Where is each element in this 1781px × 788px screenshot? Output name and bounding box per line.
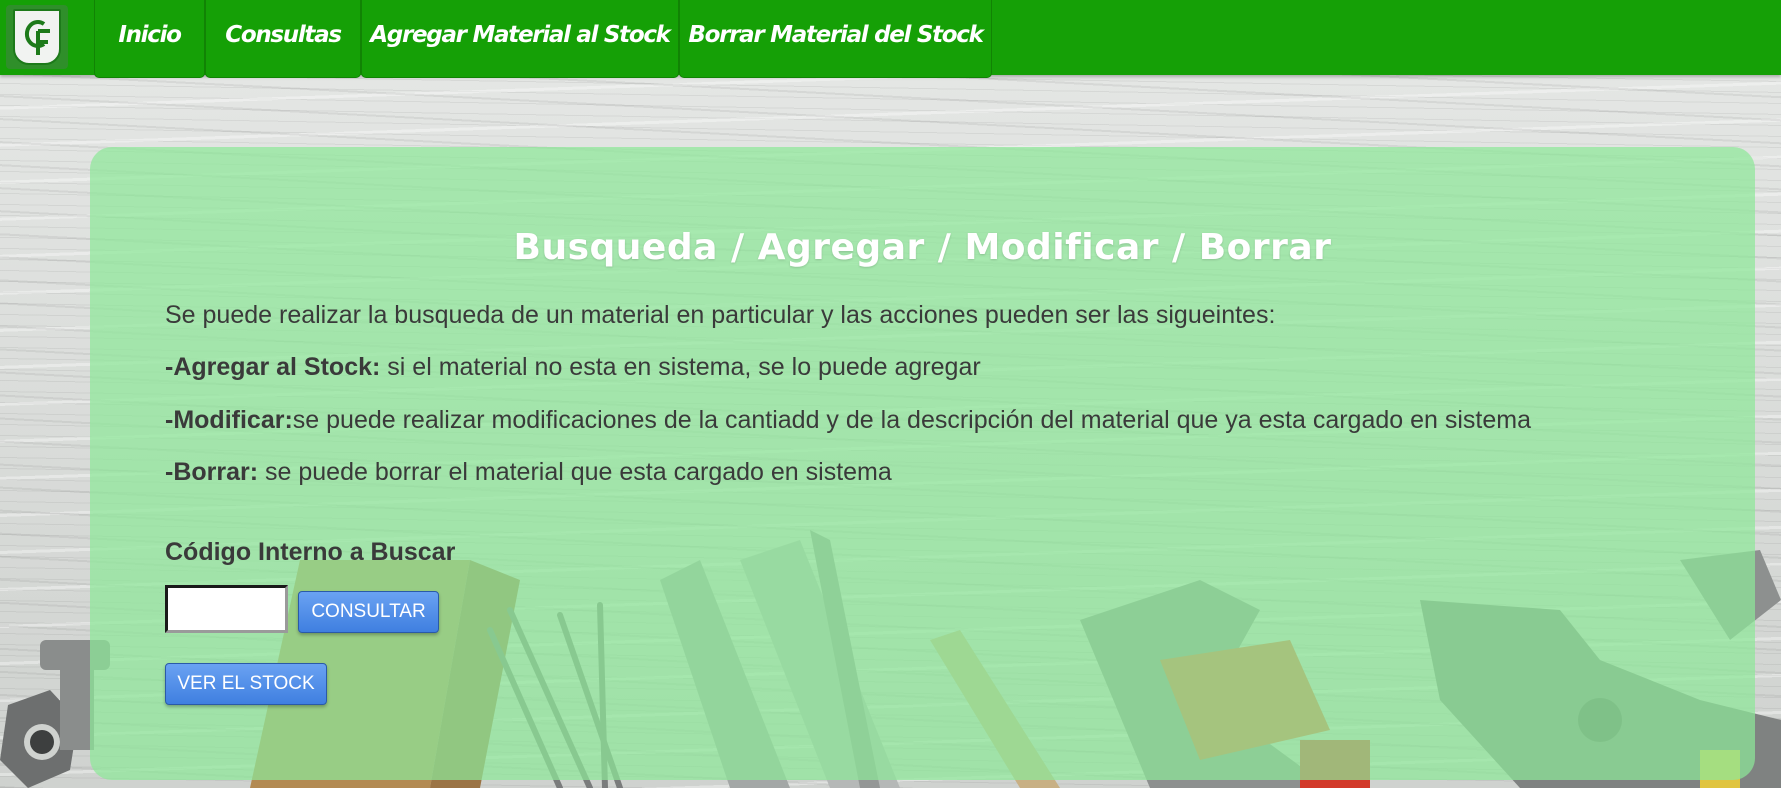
action-borrar: -Borrar: se puede borrar el material que…: [165, 458, 892, 487]
logo[interactable]: [6, 5, 68, 69]
nav-item-inicio[interactable]: Inicio: [94, 0, 205, 78]
top-navbar: Inicio Consultas Agregar Material al Sto…: [0, 0, 1781, 78]
code-search-input[interactable]: [165, 585, 288, 633]
action-agregar: -Agregar al Stock: si el material no est…: [165, 353, 981, 382]
ver-stock-button[interactable]: VER EL STOCK: [165, 663, 327, 705]
nav-item-borrar-material[interactable]: Borrar Material del Stock: [679, 0, 992, 78]
intro-text: Se puede realizar la busqueda de un mate…: [165, 301, 1276, 329]
logo-badge: [13, 9, 61, 65]
action-modificar-label: -Modificar:: [165, 406, 293, 434]
action-agregar-text: si el material no esta en sistema, se lo…: [380, 353, 981, 381]
action-borrar-label: -Borrar:: [165, 458, 259, 486]
action-modificar: -Modificar:se puede realizar modificacio…: [165, 406, 1531, 435]
action-modificar-text: se puede realizar modificaciones de la c…: [292, 406, 1531, 434]
nav-item-consultas[interactable]: Consultas: [205, 0, 361, 78]
consultar-button[interactable]: CONSULTAR: [298, 591, 439, 633]
code-field-label: Código Interno a Buscar: [165, 538, 456, 566]
main-panel: Busqueda / Agregar / Modificar / Borrar …: [90, 147, 1755, 780]
action-borrar-text: se puede borrar el material que esta car…: [258, 458, 892, 486]
nav-menu: Inicio Consultas Agregar Material al Sto…: [94, 0, 992, 78]
cf-logo-icon: [24, 20, 50, 55]
nav-item-agregar-material[interactable]: Agregar Material al Stock: [361, 0, 679, 78]
action-agregar-label: -Agregar al Stock:: [165, 353, 381, 381]
page-title: Busqueda / Agregar / Modificar / Borrar: [513, 227, 1332, 268]
